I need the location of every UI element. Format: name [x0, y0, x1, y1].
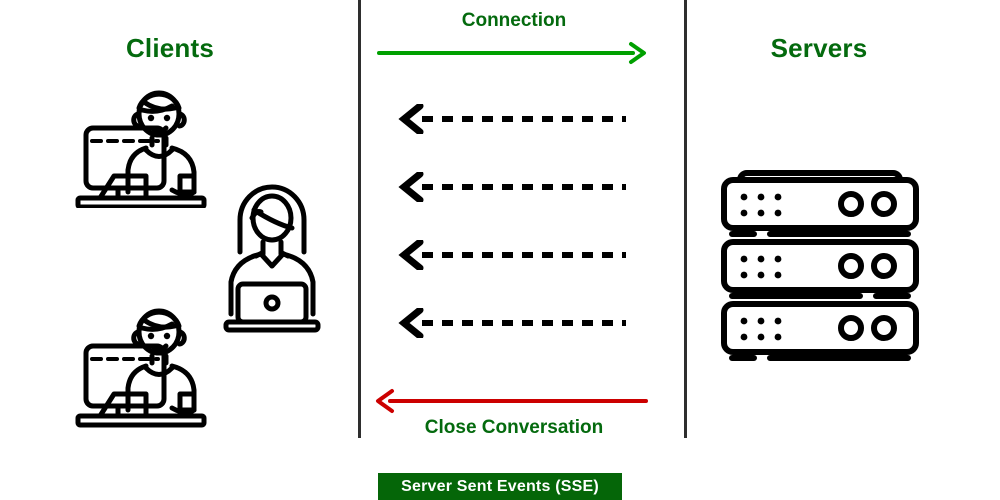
clients-heading: Clients	[125, 33, 215, 63]
sse-diagram: Clients Servers Connection Close Convers…	[0, 0, 1000, 500]
event-stream-arrow-1-icon	[398, 104, 626, 134]
connection-label: Connection	[461, 10, 567, 31]
sse-title-text: Server Sent Events (SSE)	[401, 477, 599, 495]
close-conversation-label: Close Conversation	[424, 417, 604, 438]
woman-with-laptop-icon	[223, 184, 321, 333]
server-rack-stack-icon	[721, 170, 919, 361]
divider-right	[684, 0, 687, 438]
servers-heading: Servers	[770, 33, 868, 63]
event-stream-arrow-4-icon	[398, 308, 626, 338]
connection-arrow-icon	[377, 42, 646, 64]
person-at-desktop-computer-icon	[75, 308, 207, 428]
close-conversation-arrow-icon	[376, 389, 648, 413]
event-stream-arrow-3-icon	[398, 240, 626, 270]
sse-title-banner: Server Sent Events (SSE)	[378, 473, 622, 500]
person-at-desktop-computer-icon	[75, 90, 207, 208]
event-stream-arrow-2-icon	[398, 172, 626, 202]
divider-left	[358, 0, 361, 438]
